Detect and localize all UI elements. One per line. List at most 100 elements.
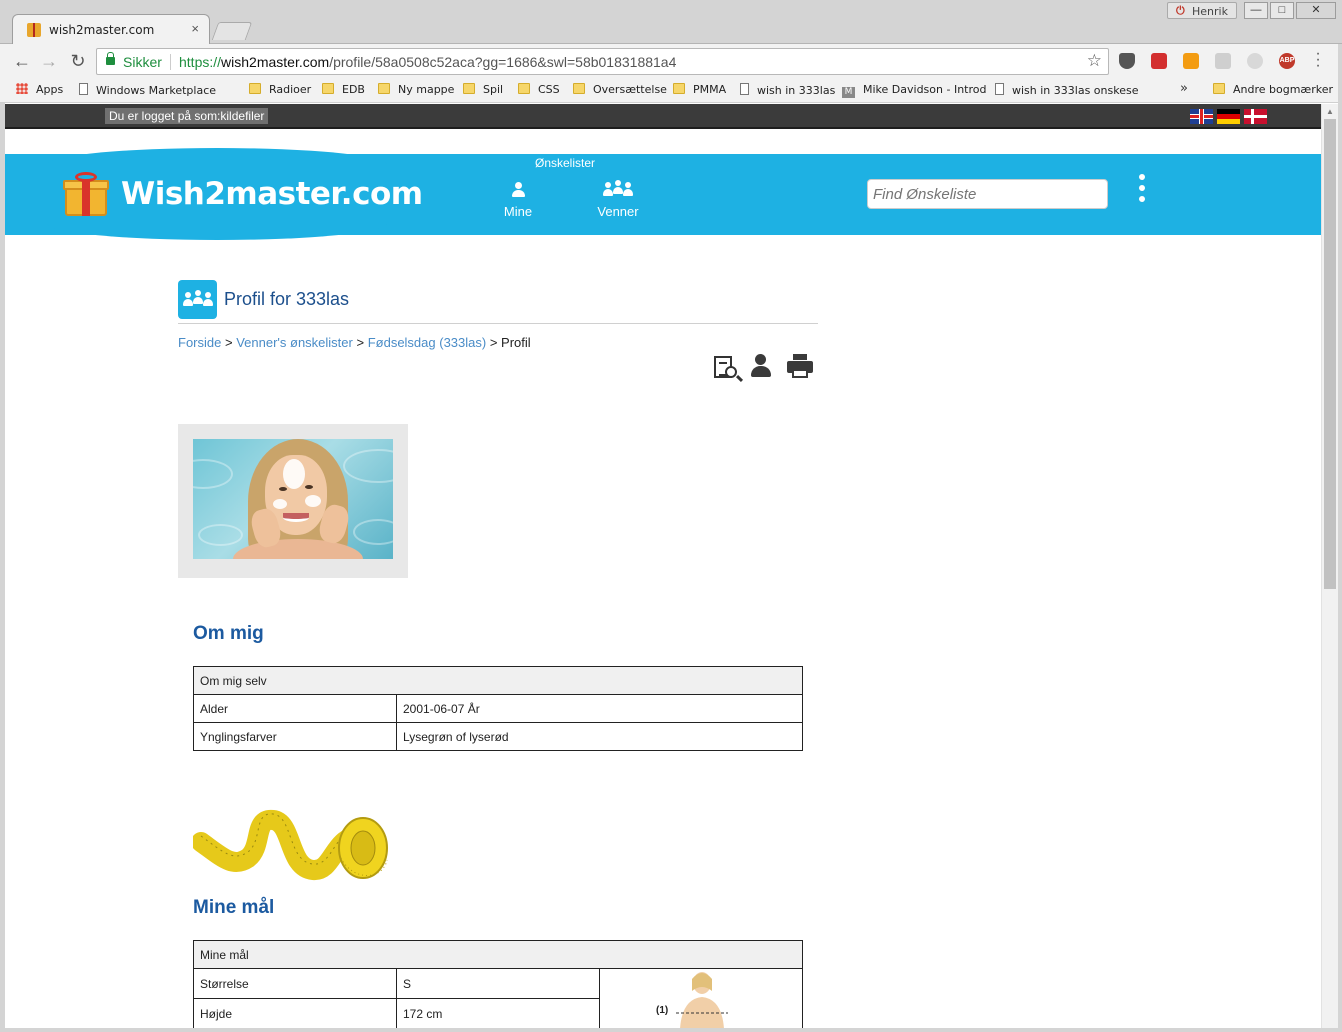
- bookmark-item[interactable]: CSS: [518, 83, 560, 96]
- cube-extension-icon[interactable]: [1215, 53, 1231, 69]
- bookmark-label: Windows Marketplace: [96, 84, 217, 97]
- bookmark-label: Spil: [483, 83, 504, 96]
- page-icon: [995, 83, 1004, 95]
- bookmark-apps[interactable]: Apps: [16, 83, 63, 96]
- orange-extension-icon[interactable]: [1183, 53, 1199, 69]
- table-row: Ynglingsfarver Lysegrøn of lyserød: [193, 722, 803, 751]
- maximize-button[interactable]: □: [1270, 2, 1294, 19]
- folder-icon: [249, 83, 261, 94]
- gift-favicon-icon: [27, 23, 41, 37]
- lock-icon: [106, 52, 115, 65]
- friends-badge-icon: [178, 280, 217, 319]
- breadcrumb: Forside > Venner's ønskelister > Fødsels…: [178, 335, 818, 350]
- login-status: Du er logget på som:kildefiler: [105, 108, 269, 124]
- bookmark-label: Oversættelse: [593, 83, 667, 96]
- nav-mine[interactable]: Mine: [483, 182, 553, 219]
- forward-arrow-icon[interactable]: →: [38, 51, 60, 71]
- profile-button[interactable]: ⏻ Henrik: [1167, 2, 1237, 19]
- about-label-age: Alder: [193, 694, 397, 723]
- address-bar[interactable]: Sikker https://wish2master.com/profile/5…: [96, 48, 1109, 75]
- bookmark-star-icon[interactable]: ☆: [1087, 51, 1102, 71]
- bookmark-label: wish in 333las onskese: [1012, 84, 1139, 97]
- measures-value-height: 172 cm: [396, 998, 600, 1028]
- body-figure-icon: [676, 972, 728, 1028]
- gift-logo-icon[interactable]: [63, 172, 109, 216]
- measures-table-header-row: Mine mål: [193, 940, 803, 969]
- pocket-extension-icon[interactable]: [1119, 53, 1135, 69]
- tab-close-icon[interactable]: ×: [191, 21, 199, 36]
- title-row: Profil for 333las: [178, 278, 818, 324]
- breadcrumb-birthday-list[interactable]: Fødselsdag (333las): [368, 335, 487, 350]
- new-tab-button[interactable]: [211, 22, 253, 40]
- breadcrumb-separator: >: [489, 335, 498, 350]
- bookmark-label: PMMA: [693, 83, 727, 96]
- about-value-colors: Lysegrøn of lyserød: [396, 722, 803, 751]
- folder-icon: [463, 83, 475, 94]
- reload-icon[interactable]: ↻: [67, 51, 89, 71]
- bookmarks-overflow-button[interactable]: »: [1180, 81, 1188, 96]
- measuring-tape-image: [193, 810, 388, 880]
- nav-venner-label: Venner: [597, 204, 639, 219]
- bookmark-item[interactable]: M Mike Davidson - Introd: [842, 83, 986, 98]
- chrome-menu-icon[interactable]: · · ·: [1313, 46, 1323, 74]
- browser-tab[interactable]: wish2master.com ×: [12, 14, 210, 45]
- url-text[interactable]: https://wish2master.com/profile/58a0508c…: [179, 54, 676, 70]
- bookmark-label: Mike Davidson - Introd: [863, 83, 987, 96]
- measures-label-height: Højde: [193, 998, 397, 1028]
- scroll-up-arrow-icon[interactable]: ▲: [1326, 107, 1334, 116]
- bookmark-item[interactable]: Radioer: [249, 83, 311, 96]
- browser-toolbar: ← → ↻ Sikker https://wish2master.com/pro…: [0, 44, 1342, 78]
- danish-flag-icon[interactable]: [1244, 109, 1267, 124]
- power-icon: ⏻: [1176, 4, 1185, 17]
- bookmark-item[interactable]: Spil: [463, 83, 503, 96]
- user-icon[interactable]: [749, 354, 779, 386]
- bookmark-label: Andre bogmærker: [1233, 83, 1334, 96]
- close-window-button[interactable]: ✕: [1296, 2, 1336, 19]
- adblock-extension-icon[interactable]: ABP: [1279, 53, 1295, 69]
- measures-value-size: S: [396, 968, 600, 999]
- breadcrumb-friends-lists[interactable]: Venner's ønskelister: [236, 335, 353, 350]
- breadcrumb-current: Profil: [501, 335, 531, 350]
- back-arrow-icon[interactable]: ←: [11, 51, 33, 71]
- login-bar: Du er logget på som:kildefiler: [5, 104, 1321, 129]
- bookmark-item[interactable]: EDB: [322, 83, 365, 96]
- secure-label: Sikker: [123, 54, 162, 70]
- print-icon[interactable]: [787, 354, 817, 386]
- profile-photo: [193, 439, 393, 559]
- wishlist-search-input[interactable]: [867, 179, 1108, 209]
- page-icon: [740, 83, 749, 95]
- bookmark-item[interactable]: Oversættelse: [573, 83, 667, 96]
- scrollbar-thumb[interactable]: [1324, 119, 1336, 589]
- url-host: wish2master.com: [221, 54, 330, 70]
- bookmark-item[interactable]: Windows Marketplace: [79, 83, 216, 97]
- site-logo-text[interactable]: Wish2master.com: [121, 176, 423, 212]
- page-title: Profil for 333las: [224, 289, 350, 309]
- bookmark-item[interactable]: wish in 333las onskese: [995, 83, 1138, 97]
- page-scrollbar[interactable]: ▲: [1321, 104, 1338, 1028]
- bookmark-other[interactable]: Andre bogmærker: [1213, 83, 1333, 96]
- folder-icon: [1213, 83, 1225, 94]
- minimize-button[interactable]: —: [1244, 2, 1268, 19]
- search-document-icon[interactable]: [712, 354, 742, 386]
- about-table-header-row: Om mig selv: [193, 666, 803, 695]
- omnibox-divider: [170, 54, 171, 70]
- url-scheme: https://: [179, 54, 222, 70]
- hand-extension-icon[interactable]: [1247, 53, 1263, 69]
- tab-strip: wish2master.com × ⏻ Henrik — □ ✕: [0, 0, 1342, 45]
- site-header: Wish2master.com Ønskelister Mine Venner: [5, 148, 1321, 240]
- german-flag-icon[interactable]: [1217, 109, 1240, 124]
- profile-tools: [178, 354, 818, 394]
- bookmark-label: Ny mappe: [398, 83, 455, 96]
- more-menu-icon[interactable]: [1135, 174, 1149, 206]
- bookmark-item[interactable]: Ny mappe: [378, 83, 454, 96]
- measures-table: Mine mål Størrelse S (1) Højde 172 cm: [193, 940, 803, 1028]
- apps-icon: [16, 83, 28, 94]
- nav-venner[interactable]: Venner: [583, 180, 653, 219]
- bookmark-item[interactable]: wish in 333las: [740, 83, 835, 97]
- about-table: Om mig selv Alder 2001-06-07 År Ynglings…: [193, 666, 803, 751]
- bookmark-item[interactable]: PMMA: [673, 83, 726, 96]
- breadcrumb-home[interactable]: Forside: [178, 335, 221, 350]
- uk-flag-icon[interactable]: [1190, 109, 1213, 124]
- window-frame-bottom: [0, 1028, 1342, 1032]
- red-extension-icon[interactable]: [1151, 53, 1167, 69]
